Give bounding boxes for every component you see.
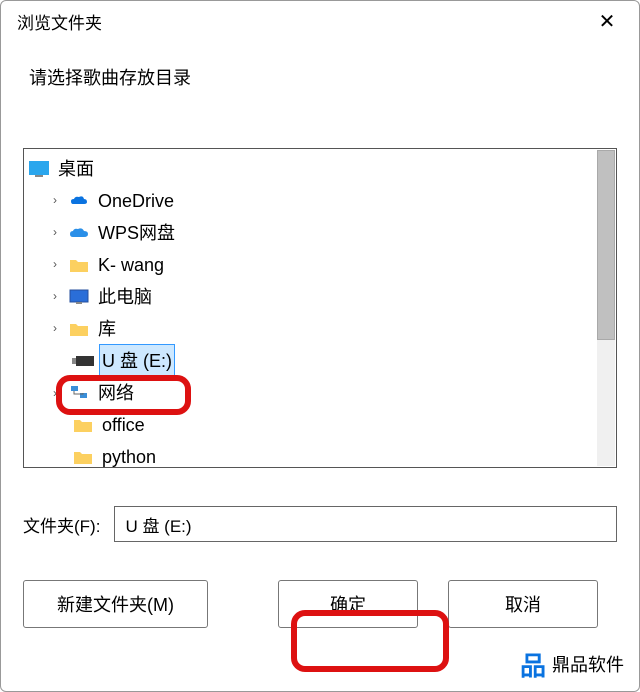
tree-label: 此电脑 <box>96 281 154 313</box>
instruction-text: 请选择歌曲存放目录 <box>1 42 639 98</box>
tree-label: WPS网盘 <box>96 217 177 249</box>
dialog-title: 浏览文件夹 <box>17 9 102 34</box>
close-icon[interactable]: ✕ <box>591 9 623 34</box>
usb-drive-icon <box>72 351 94 371</box>
chevron-right-icon: › <box>48 286 62 307</box>
chevron-right-icon: › <box>48 383 62 404</box>
folder-icon <box>68 319 90 339</box>
watermark: 品 鼎品软件 <box>470 644 634 684</box>
tree-row-python[interactable]: python <box>24 441 616 468</box>
tree-label: OneDrive <box>96 185 176 217</box>
tree-row-desktop[interactable]: 桌面 <box>24 153 616 185</box>
chevron-right-icon: › <box>48 222 62 243</box>
tree-label: office <box>100 409 147 441</box>
tree-row-kwang[interactable]: › K- wang <box>24 249 616 281</box>
tree-label: python <box>100 441 158 468</box>
folder-icon <box>72 447 94 467</box>
onedrive-icon <box>68 191 90 211</box>
tree-label: 桌面 <box>56 153 96 185</box>
tree-row-office[interactable]: office <box>24 409 616 441</box>
scrollbar[interactable] <box>597 150 615 466</box>
tree-row-usb[interactable]: U 盘 (E:) <box>24 345 616 377</box>
tree-label: K- wang <box>96 249 166 281</box>
new-folder-button[interactable]: 新建文件夹(M) <box>23 580 208 628</box>
tree-row-network[interactable]: › 网络 <box>24 377 616 409</box>
buttons-row: 新建文件夹(M) 确定 取消 <box>23 580 617 628</box>
tree-label: 网络 <box>96 377 136 409</box>
scroll-thumb[interactable] <box>597 150 615 340</box>
ok-button[interactable]: 确定 <box>278 580 418 628</box>
tree-row-libraries[interactable]: › 库 <box>24 313 616 345</box>
chevron-right-icon: › <box>48 318 62 339</box>
folder-input[interactable] <box>114 506 617 542</box>
chevron-right-icon: › <box>48 190 62 211</box>
watermark-logo-icon: 品 <box>520 646 546 683</box>
desktop-icon <box>28 159 50 179</box>
cancel-button[interactable]: 取消 <box>448 580 598 628</box>
titlebar: 浏览文件夹 ✕ <box>1 1 639 42</box>
folder-icon <box>68 255 90 275</box>
chevron-right-icon: › <box>48 254 62 275</box>
folder-label: 文件夹(F): <box>23 512 100 537</box>
browse-folder-dialog: 浏览文件夹 ✕ 请选择歌曲存放目录 桌面 › OneDrive › <box>0 0 640 692</box>
tree-row-thispc[interactable]: › 此电脑 <box>24 281 616 313</box>
pc-icon <box>68 287 90 307</box>
watermark-text: 鼎品软件 <box>552 651 624 677</box>
folder-field-row: 文件夹(F): <box>23 506 617 542</box>
tree-label: 库 <box>96 313 118 345</box>
tree-label: U 盘 (E:) <box>100 345 174 377</box>
folder-icon <box>72 415 94 435</box>
tree-row-wps[interactable]: › WPS网盘 <box>24 217 616 249</box>
folder-tree: 桌面 › OneDrive › WPS网盘 › <box>23 148 617 468</box>
wps-cloud-icon <box>68 223 90 243</box>
tree-row-onedrive[interactable]: › OneDrive <box>24 185 616 217</box>
network-icon <box>68 383 90 403</box>
